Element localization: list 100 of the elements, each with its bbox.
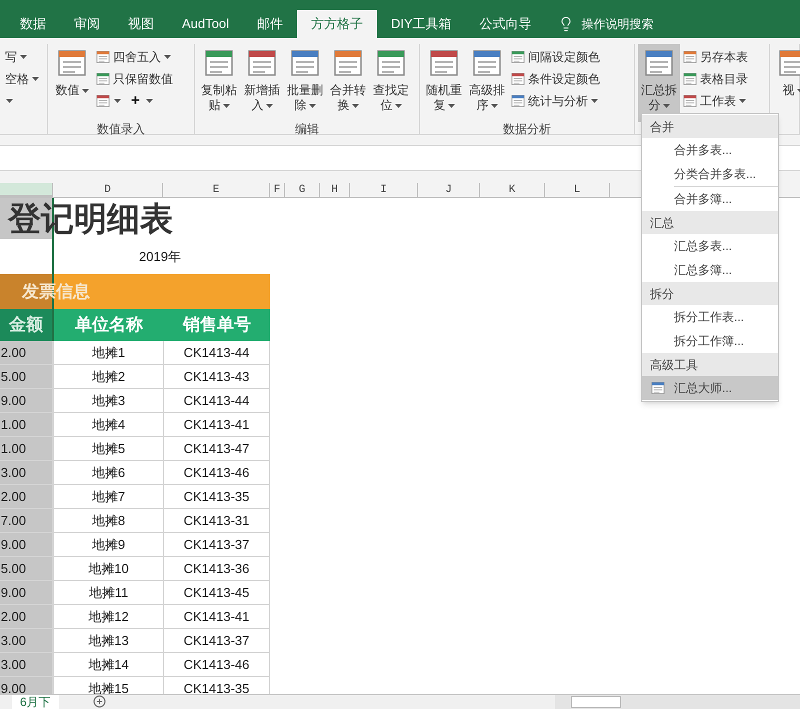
column-header[interactable]: D	[53, 183, 163, 197]
table-cell: 9.00	[0, 389, 54, 413]
ribbon-tab[interactable]: DIY工具箱	[376, 10, 466, 38]
table-cell: 地摊7	[54, 485, 164, 509]
table-cell: 9.00	[0, 533, 54, 557]
table-cell: 地摊12	[54, 605, 164, 629]
caret-icon	[114, 99, 121, 103]
table-cell: CK1413-44	[164, 389, 270, 413]
ribbon-button[interactable]: 空格	[3, 68, 41, 90]
table-cell: 3.00	[0, 461, 54, 485]
tell-me-search[interactable]: 操作说明搜索	[582, 15, 654, 33]
caret-icon	[591, 99, 598, 103]
caret-icon	[266, 104, 272, 108]
column-header[interactable]: J	[418, 183, 480, 197]
menu-item[interactable]: 汇总大师...	[642, 376, 778, 400]
table-cell: 地摊8	[54, 509, 164, 533]
menu-item[interactable]: 合并多簿...	[642, 187, 778, 211]
caret-icon	[662, 104, 670, 108]
column-heading: 金额	[0, 309, 54, 341]
table-icon	[429, 48, 459, 78]
table-cell: CK1413-41	[164, 413, 270, 437]
column-header[interactable]: H	[320, 183, 350, 197]
sheet-tab[interactable]: 6月下	[12, 695, 59, 709]
table-icon	[96, 94, 110, 108]
menu-item[interactable]: 分类合并多表...	[642, 162, 778, 186]
table-icon	[472, 48, 502, 78]
table-cell: CK1413-37	[164, 533, 270, 557]
ribbon-button[interactable]: 四舍五入	[94, 46, 173, 68]
table-icon	[683, 72, 697, 86]
menu-item[interactable]: 拆分工作表...	[642, 305, 778, 329]
ribbon-button[interactable]: 工作表	[681, 90, 748, 112]
table-cell: CK1413-41	[164, 605, 270, 629]
menu-section-header: 拆分	[642, 282, 778, 305]
table-icon	[683, 94, 697, 108]
ribbon-tab[interactable]: AudTool	[168, 10, 243, 38]
ribbon-button[interactable]: 表格目录	[681, 68, 750, 90]
table-cell: 3.00	[0, 653, 54, 677]
table-cell: CK1413-44	[164, 341, 270, 365]
ribbon-button[interactable]: 合并转换	[327, 44, 369, 122]
table-cell: CK1413-46	[164, 653, 270, 677]
ribbon-button[interactable]: 只保留数值	[94, 68, 175, 90]
ribbon-tab[interactable]: 审阅	[60, 10, 114, 38]
table-cell: CK1413-43	[164, 365, 270, 389]
table-cell: 3.00	[0, 629, 54, 653]
ribbon-tab[interactable]: 邮件	[242, 10, 297, 38]
ribbon-button[interactable]: 复制粘贴	[198, 44, 240, 122]
table-cell: 9.00	[0, 581, 54, 605]
ribbon-button[interactable]: 统计与分析	[509, 90, 600, 112]
column-heading: 单位名称	[54, 309, 164, 341]
caret-icon	[222, 104, 230, 108]
table-icon	[511, 50, 525, 64]
ribbon-button[interactable]: 随机重复	[423, 44, 465, 122]
column-header[interactable]: L	[545, 183, 610, 197]
table-cell: CK1413-46	[164, 461, 270, 485]
ribbon-button[interactable]: 查找定位	[370, 44, 412, 122]
table-cell: CK1413-45	[164, 581, 270, 605]
ribbon-tab[interactable]: 方方格子	[296, 10, 377, 38]
table-icon	[651, 381, 665, 395]
ribbon-button[interactable]: 条件设定颜色	[509, 68, 602, 90]
ribbon-tab[interactable]: 视图	[114, 10, 168, 38]
table-icon	[247, 48, 277, 78]
column-header[interactable]: F	[270, 183, 285, 197]
ribbon-tab[interactable]: 数据	[6, 10, 60, 38]
ribbon-button[interactable]: 间隔设定颜色	[509, 46, 602, 68]
table-cell: 地摊6	[54, 461, 164, 485]
table-icon	[204, 48, 234, 78]
column-header[interactable]: I	[350, 183, 418, 197]
table-cell: CK1413-31	[164, 509, 270, 533]
menu-item[interactable]: 汇总多表...	[642, 234, 778, 258]
menu-item[interactable]: 合并多表...	[642, 138, 778, 162]
add-sheet-icon[interactable]	[92, 695, 106, 708]
caret-icon	[82, 88, 88, 93]
ribbon-button[interactable]: 批量删除	[284, 44, 326, 122]
ribbon-button[interactable]: 写	[3, 46, 29, 68]
table-cell: 地摊4	[54, 413, 164, 437]
menu-section-header: 高级工具	[642, 353, 778, 376]
table-cell: 地摊2	[54, 365, 164, 389]
caret-icon	[6, 99, 13, 103]
caret-icon	[20, 55, 27, 59]
table-cell: CK1413-37	[164, 629, 270, 653]
table-cell: 2.00	[0, 341, 54, 365]
ribbon-tab[interactable]: 公式向导	[466, 10, 546, 38]
table-icon	[644, 48, 674, 78]
menu-item[interactable]: 拆分工作簿...	[642, 329, 778, 353]
table-cell: CK1413-36	[164, 557, 270, 581]
menu-section-header: 汇总	[642, 211, 778, 234]
column-header[interactable]: G	[285, 183, 320, 197]
ribbon-button[interactable]: 另存本表	[681, 46, 750, 68]
table-cell: CK1413-35	[164, 485, 270, 509]
column-header[interactable]: K	[480, 183, 545, 197]
plus-button[interactable]: +	[127, 90, 157, 112]
table-cell: 7.00	[0, 509, 54, 533]
ribbon-button[interactable]: 数值	[51, 44, 93, 122]
ribbon-button[interactable]: 新增插入	[241, 44, 283, 122]
menu-item[interactable]: 汇总多簿...	[642, 258, 778, 282]
horizontal-scrollbar[interactable]	[555, 695, 800, 709]
caret-icon	[448, 104, 454, 108]
ribbon-button[interactable]: 高级排序	[466, 44, 508, 122]
table-cell: 地摊5	[54, 437, 164, 461]
column-header[interactable]: E	[163, 183, 270, 197]
